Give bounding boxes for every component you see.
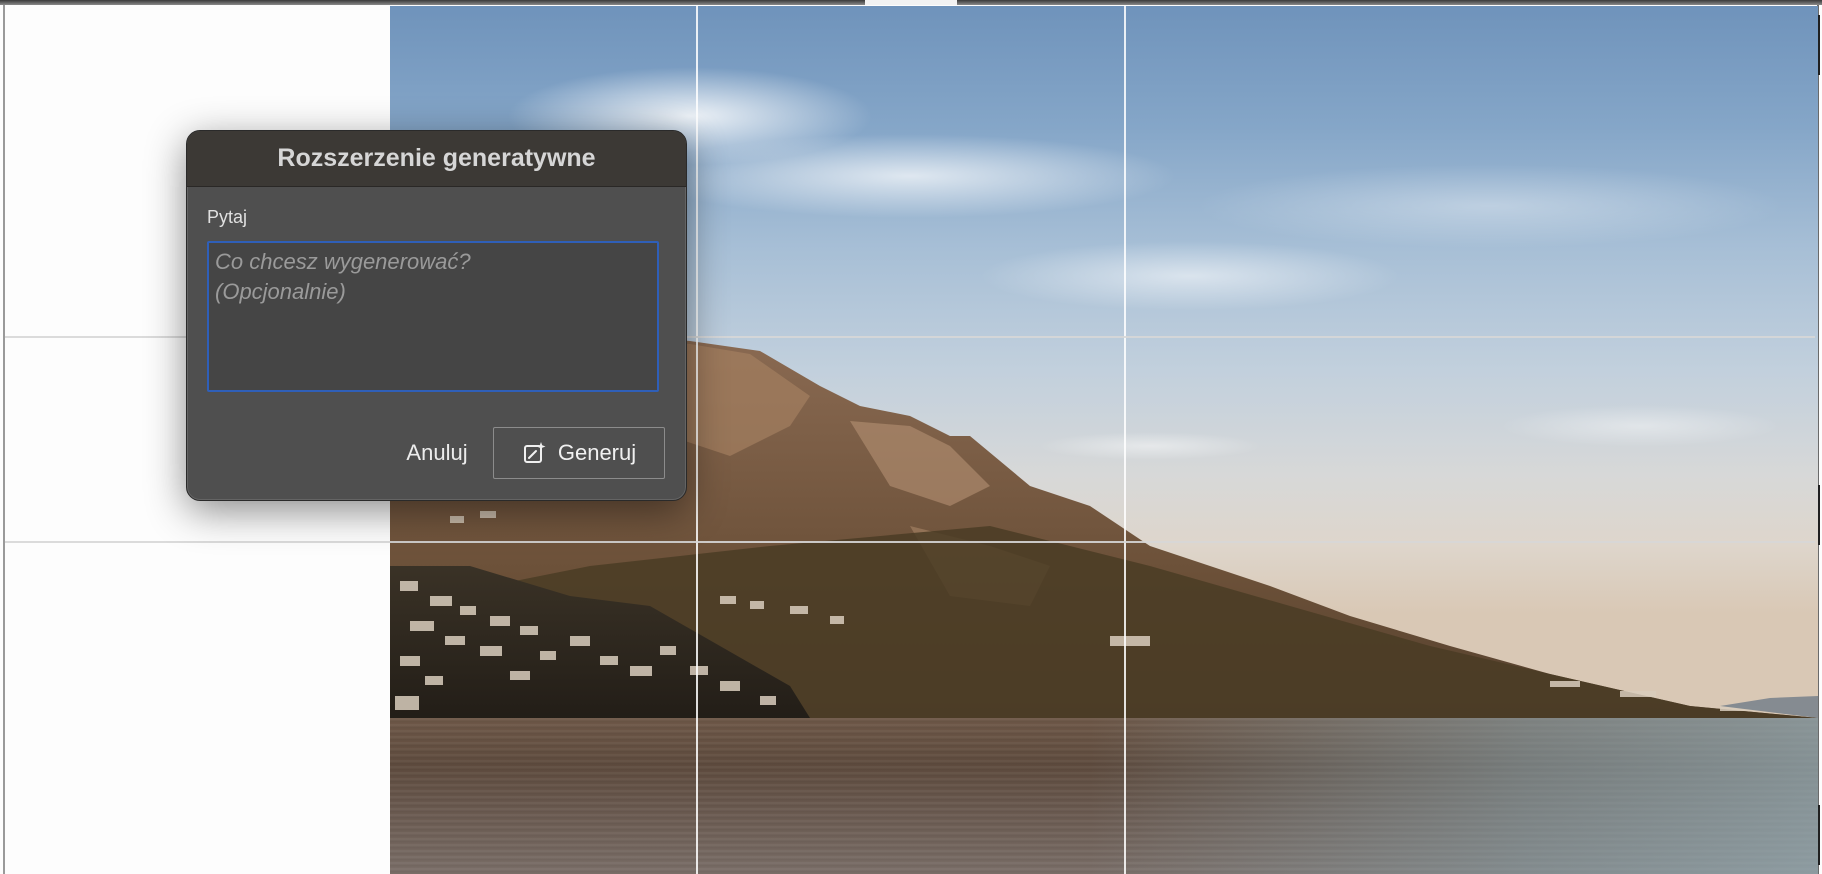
canvas-frame-left (3, 5, 5, 874)
thirds-guide-vertical-2 (1124, 6, 1126, 874)
cancel-button[interactable]: Anuluj (387, 427, 487, 479)
generate-button[interactable]: Generuj (493, 427, 665, 479)
thirds-guide-vertical-1 (696, 6, 698, 874)
thirds-guide-horizontal-2 (5, 541, 1815, 543)
sea-water (390, 718, 1818, 874)
prompt-label: Pytaj (207, 207, 248, 227)
canvas-area: Rozszerzenie generatywne Pytaj Anuluj Ge… (0, 0, 1822, 874)
crop-handle-top[interactable] (865, 0, 957, 5)
prompt-input[interactable] (207, 241, 659, 392)
generate-button-label: Generuj (557, 440, 637, 465)
generative-fill-icon (522, 440, 548, 466)
generative-expand-dialog: Rozszerzenie generatywne Pytaj Anuluj Ge… (186, 130, 687, 501)
dialog-title: Rozszerzenie generatywne (187, 131, 686, 187)
canvas-frame-top (0, 0, 1822, 5)
